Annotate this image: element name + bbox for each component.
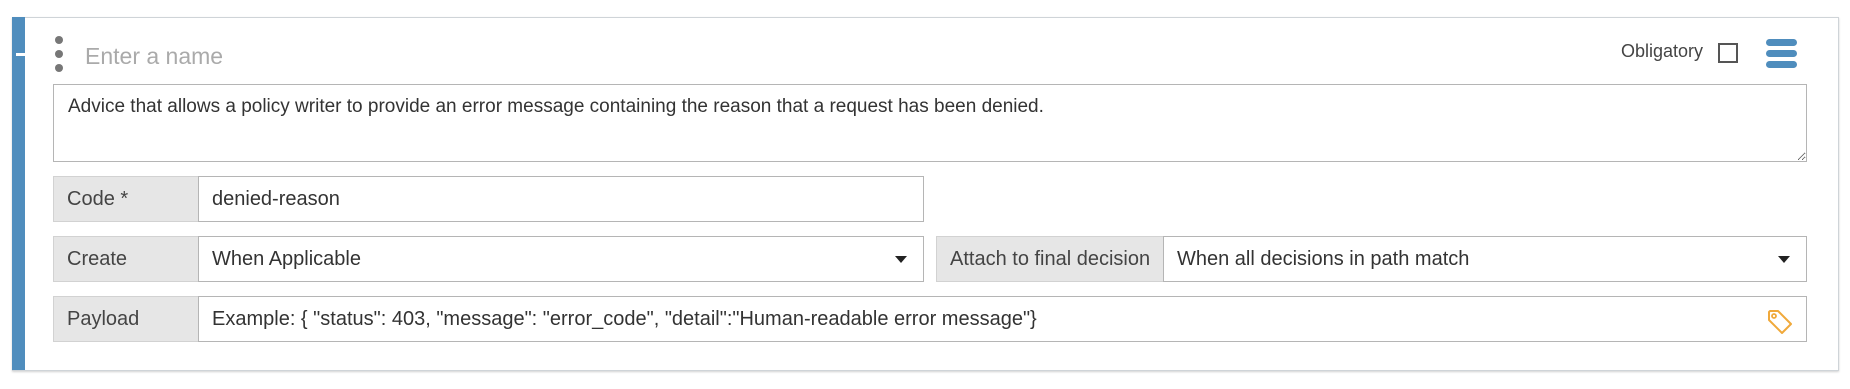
collapse-indicator-icon[interactable] (16, 53, 25, 56)
description-textarea[interactable]: Advice that allows a policy writer to pr… (53, 84, 1807, 162)
code-input[interactable] (198, 176, 924, 222)
attach-selected-value: When all decisions in path match (1177, 248, 1470, 270)
chevron-down-icon (895, 256, 907, 263)
payload-input[interactable]: Example: { "status": 403, "message": "er… (198, 296, 1807, 342)
code-label: Code * (53, 176, 199, 222)
create-selected-value: When Applicable (212, 248, 361, 270)
payload-label: Payload (53, 296, 199, 342)
vertical-ellipsis-icon[interactable] (53, 36, 65, 72)
hamburger-menu-icon[interactable] (1766, 39, 1797, 69)
attach-select[interactable]: When all decisions in path match (1163, 236, 1807, 282)
obligatory-checkbox[interactable] (1718, 43, 1738, 63)
name-input[interactable] (83, 37, 687, 75)
obligatory-label: Obligatory (1621, 41, 1704, 61)
tag-icon[interactable] (1766, 308, 1794, 336)
create-select[interactable]: When Applicable (198, 236, 924, 282)
create-label: Create (53, 236, 199, 282)
payload-value: Example: { "status": 403, "message": "er… (212, 308, 1037, 330)
chevron-down-icon (1778, 256, 1790, 263)
card-accent-bar (12, 17, 25, 370)
attach-label: Attach to final decision (936, 236, 1164, 282)
